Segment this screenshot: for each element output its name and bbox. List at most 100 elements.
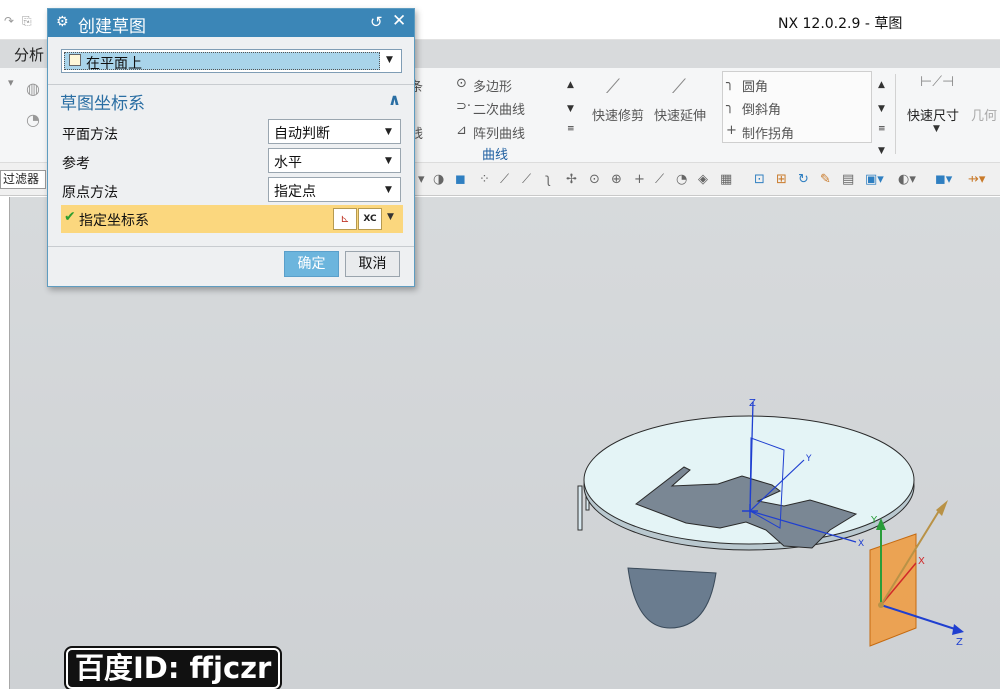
sketch-axis-x-label: X — [858, 539, 864, 549]
snap-face-icon[interactable]: ◑ — [433, 172, 444, 187]
app-title: NX 12.0.2.9 - 草图 — [778, 16, 903, 32]
polygon-icon: ⊙ — [456, 76, 467, 91]
snap-on-curve-icon[interactable]: ⟋ — [655, 172, 664, 187]
gear-icon[interactable]: ⚙ — [56, 14, 69, 30]
close-icon[interactable]: ✕ — [392, 11, 406, 31]
chevron-down-icon[interactable]: ▼ — [385, 156, 392, 166]
plane-icon — [69, 54, 81, 66]
scroll-down-icon[interactable]: ▼ — [567, 104, 574, 114]
quick-trim-icon: ⟋ — [606, 74, 620, 98]
cube-icon[interactable]: ◍ — [26, 79, 40, 98]
make-corner-icon: + — [726, 123, 737, 138]
quick-extend-button[interactable]: 快速延伸 — [654, 105, 706, 124]
more-icon[interactable]: ≡ — [567, 124, 575, 134]
sketch-type-selected[interactable]: 在平面上 — [64, 52, 380, 72]
zoom-window-icon[interactable]: ⊞ — [776, 172, 787, 187]
chevron-down-icon[interactable]: ▼ — [386, 55, 393, 65]
sketch-model-view: Z X Y Y X Z — [577, 398, 964, 648]
origin-method-value: 指定点 — [274, 184, 316, 200]
quick-trim-button[interactable]: 快速修剪 — [592, 105, 644, 124]
scroll-up-icon[interactable]: ▲ — [567, 80, 574, 90]
csys-dialog-icon[interactable]: ⊾ — [333, 208, 357, 230]
plane-method-value: 自动判断 — [274, 126, 330, 142]
create-sketch-dialog: ⚙ 创建草图 ↺ ✕ 在平面上 ▼ 草图坐标系 ∧ 平面方法 自动判断 ▼ 参考… — [47, 8, 415, 287]
snap-grid-icon[interactable]: ⁘ — [479, 172, 490, 187]
watermark: 百度ID: ffjczr — [66, 648, 281, 689]
make-corner-button[interactable]: 制作拐角 — [742, 123, 794, 142]
conic-button[interactable]: 二次曲线 — [473, 99, 525, 118]
reference-select[interactable]: 水平 ▼ — [268, 148, 401, 173]
dialog-title: 创建草图 — [78, 17, 146, 37]
snap-pole-icon[interactable]: ◈ — [698, 172, 708, 187]
snap-body-icon[interactable]: ◼ — [455, 172, 466, 187]
ribbon-separator — [895, 74, 896, 154]
display-icon[interactable]: ◐▾ — [898, 172, 916, 187]
csys-axis-y-label: Y — [870, 515, 878, 526]
hemisphere-body — [627, 567, 717, 629]
collapse-icon[interactable]: ∧ — [388, 90, 401, 109]
csys-axis-x-label: X — [918, 556, 925, 567]
snap-endpoint-icon[interactable]: ⟋ — [500, 172, 509, 187]
quick-dimension-icon: ⊢⟋⊣ — [920, 74, 955, 90]
csys-options-icon[interactable]: ▼ — [387, 212, 394, 222]
sketch-axis-y-label: Y — [805, 454, 812, 464]
layer-icon[interactable]: ▤ — [842, 172, 854, 187]
chamfer-button[interactable]: 倒斜角 — [742, 99, 781, 118]
ok-button[interactable]: 确定 — [284, 251, 339, 277]
sphere-icon[interactable]: ◔ — [26, 110, 40, 129]
more-tools-icon[interactable]: ⇸▾ — [968, 172, 985, 187]
fillet-button[interactable]: 圆角 — [742, 76, 768, 95]
plane-method-select[interactable]: 自动判断 ▼ — [268, 119, 401, 144]
reference-label: 参考 — [62, 156, 90, 172]
redo-icon[interactable]: ↷ — [4, 14, 14, 28]
geometry-constraint-button[interactable]: 几何 — [971, 105, 997, 124]
pattern-curve-icon: ⊿ — [456, 123, 467, 138]
ribbon-left-dropdown-icon[interactable]: ▾ — [8, 76, 14, 89]
specify-csys-label: 指定坐标系 — [79, 213, 149, 229]
dropdown-icon[interactable]: ▾ — [418, 172, 425, 187]
csys-xc-icon[interactable]: XC — [358, 208, 382, 230]
view-fit-icon[interactable]: ⊡ — [754, 172, 765, 187]
corner-expand-icon[interactable]: ▼ — [878, 146, 885, 156]
rotate-icon[interactable]: ↻ — [798, 172, 809, 187]
specify-csys-row[interactable]: ✔ 指定坐标系 ⊾ XC ▼ — [61, 205, 403, 233]
reset-icon[interactable]: ↺ — [370, 13, 383, 31]
orient-view-icon[interactable]: ◼▾ — [935, 172, 952, 187]
corner-scroll-up-icon[interactable]: ▲ — [878, 80, 885, 90]
polygon-button[interactable]: 多边形 — [473, 76, 512, 95]
snap-midpoint-icon[interactable]: ⟋ — [522, 172, 531, 187]
corner-scroll-down-icon[interactable]: ▼ — [878, 104, 885, 114]
cancel-button[interactable]: 取消 — [345, 251, 400, 277]
snap-bounded-icon[interactable]: ▦ — [720, 172, 732, 187]
origin-method-select[interactable]: 指定点 ▼ — [268, 177, 401, 202]
csys-origin-handle[interactable] — [878, 602, 884, 608]
chevron-down-icon[interactable]: ▼ — [385, 127, 392, 137]
snap-control-icon[interactable]: ʅ — [545, 172, 551, 187]
sketch-axis-z-label: Z — [749, 398, 756, 409]
snap-existing-point-icon[interactable]: + — [634, 172, 645, 187]
fillet-icon: ╮ — [726, 76, 734, 91]
snap-quadrant-icon[interactable]: ⊕ — [611, 172, 622, 187]
csys-axis-z-label: Z — [956, 637, 963, 648]
chevron-down-icon[interactable]: ▼ — [385, 185, 392, 195]
sketch-type-value: 在平面上 — [86, 56, 142, 72]
dialog-title-bar[interactable]: ⚙ 创建草图 ↺ ✕ — [48, 9, 414, 37]
corner-more-icon[interactable]: ≡ — [878, 124, 886, 134]
render-style-icon[interactable]: ▣▾ — [865, 172, 884, 187]
snap-center-icon[interactable]: ⊙ — [589, 172, 600, 187]
origin-method-label: 原点方法 — [62, 185, 118, 201]
pattern-curve-button[interactable]: 阵列曲线 — [473, 123, 525, 142]
sketch-type-select[interactable]: 在平面上 ▼ — [61, 49, 402, 73]
snap-intersection-icon[interactable]: ✢ — [566, 172, 577, 187]
menu-analysis[interactable]: 分析 — [14, 44, 44, 65]
quick-dimension-button[interactable]: 快速尺寸 — [907, 105, 959, 124]
csys-z-arrowhead — [952, 624, 964, 635]
snap-on-face-icon[interactable]: ◔ — [676, 172, 687, 187]
dimension-dropdown-icon[interactable]: ▼ — [933, 124, 940, 134]
conic-icon: ⊃· — [456, 99, 472, 114]
filter-dropdown[interactable]: 过滤器 — [0, 170, 46, 189]
check-icon: ✔ — [64, 209, 76, 225]
copy-icon[interactable]: ⎘ — [22, 14, 32, 29]
pan-icon[interactable]: ✎ — [820, 172, 831, 187]
quick-extend-icon: ⟋ — [672, 74, 686, 98]
